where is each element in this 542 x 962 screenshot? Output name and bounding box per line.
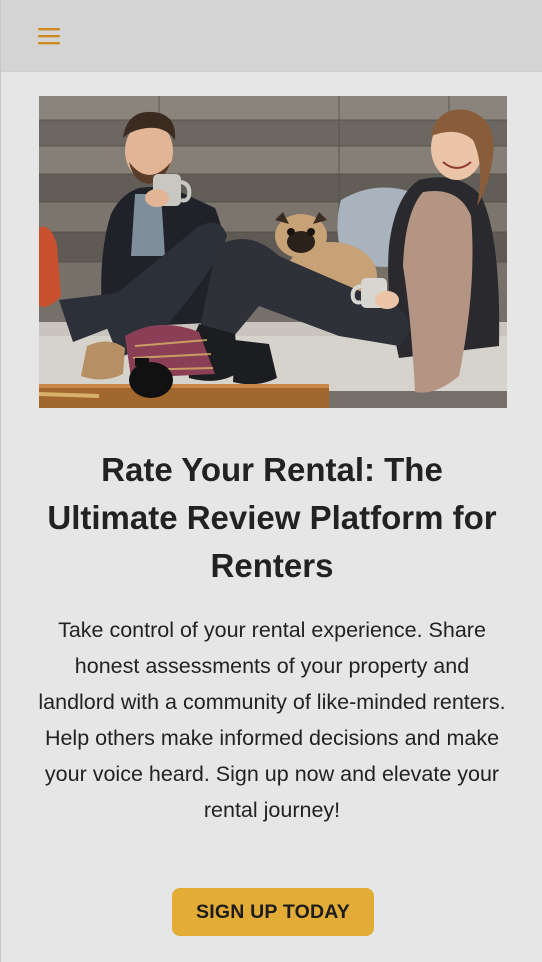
page-title: Rate Your Rental: The Ultimate Review Pl…: [47, 451, 497, 584]
hamburger-menu-icon: [38, 28, 60, 45]
hamburger-menu-button[interactable]: [35, 22, 63, 50]
page-description: Take control of your rental experience. …: [38, 618, 506, 822]
sign-up-button[interactable]: SIGN UP TODAY: [172, 888, 374, 936]
page: Rate Your Rental: The Ultimate Review Pl…: [0, 0, 542, 962]
top-navbar: [1, 0, 542, 72]
hero-image: [39, 96, 507, 408]
